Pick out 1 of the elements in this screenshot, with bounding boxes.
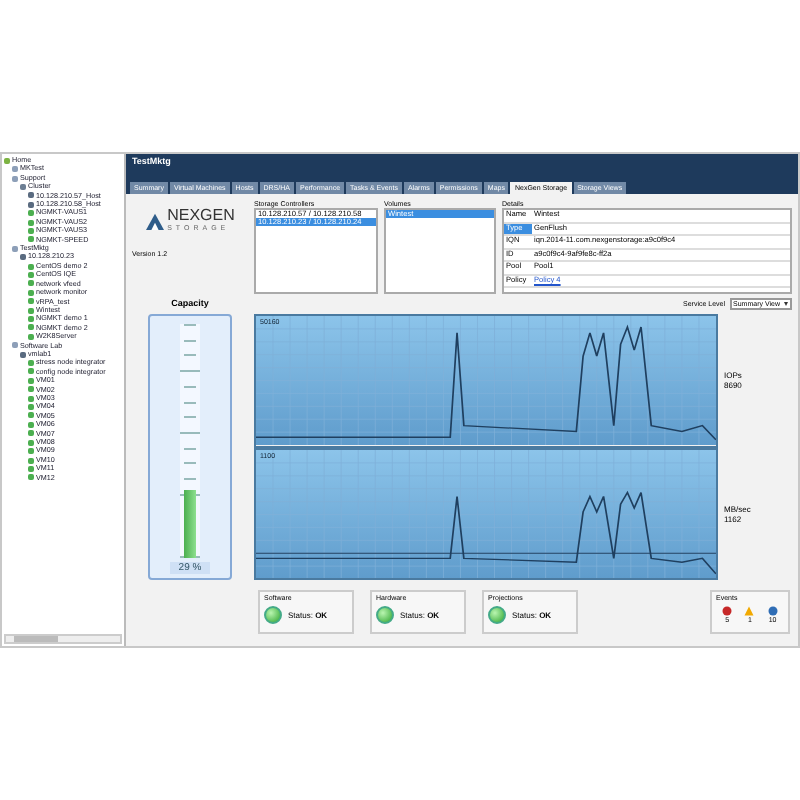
logo-name: NEXGEN (167, 208, 235, 224)
